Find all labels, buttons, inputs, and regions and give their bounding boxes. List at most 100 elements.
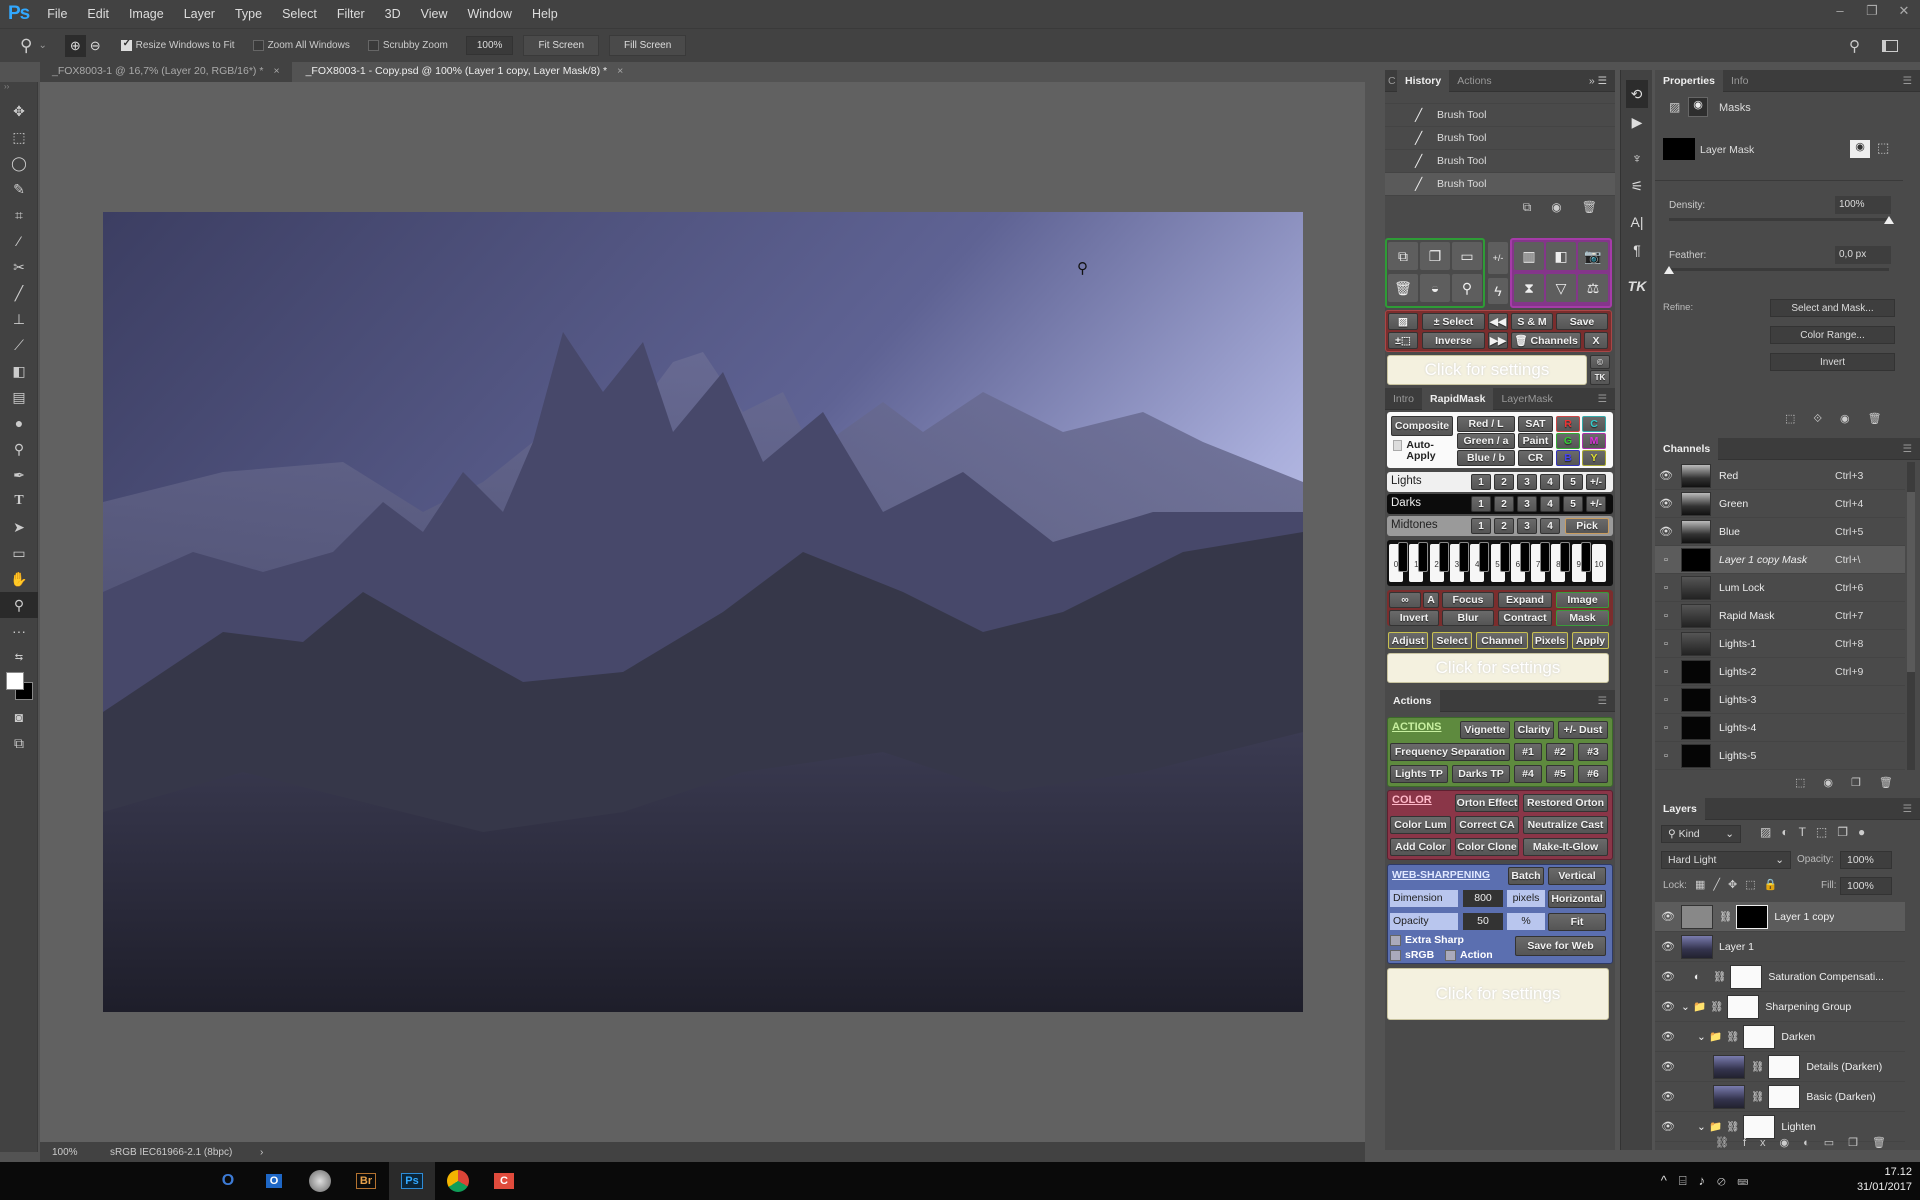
settings-button[interactable]: Click for settings: [1387, 653, 1609, 683]
fit-screen-button[interactable]: Fit Screen: [523, 35, 600, 56]
magenta-channel-button[interactable]: M: [1582, 433, 1606, 449]
horizontal-button[interactable]: Horizontal: [1548, 890, 1606, 908]
fill-field[interactable]: 100%: [1840, 877, 1892, 895]
dimension-field[interactable]: 800: [1463, 890, 1503, 907]
eye-icon[interactable]: 👁: [1655, 970, 1681, 983]
delete-icon[interactable]: 🗑: [1582, 200, 1597, 214]
channel-row[interactable]: ▫ Layer 1 copy Mask Ctrl+\: [1655, 546, 1905, 574]
actions-play-icon[interactable]: ▶: [1621, 108, 1653, 136]
taskbar-clock[interactable]: 17.12 31/01/2017: [1857, 1165, 1912, 1195]
darks-1-button[interactable]: 1: [1471, 496, 1491, 512]
zoom-in-icon[interactable]: ⊕: [64, 34, 86, 57]
menu-help[interactable]: Help: [532, 7, 558, 21]
channels-button[interactable]: 🗑 Channels: [1511, 332, 1581, 349]
expand-chevron-icon[interactable]: ⌄: [1697, 1121, 1709, 1133]
orton-effect-button[interactable]: Orton Effect: [1455, 794, 1519, 812]
visibility-toggle[interactable]: ▫: [1655, 750, 1677, 762]
color-clone-button[interactable]: Color Clone: [1455, 838, 1519, 856]
zone-key-white[interactable]: 10: [1592, 544, 1606, 582]
eye-icon[interactable]: 👁: [1655, 1000, 1681, 1013]
lasso-tool-icon[interactable]: ◯: [0, 150, 38, 176]
tray-icons[interactable]: ^⌸♪⊘⌨: [1661, 1173, 1760, 1189]
tab-info[interactable]: Info: [1723, 70, 1757, 92]
zoom-tool-icon[interactable]: ⚲: [0, 592, 38, 618]
new-document-icon[interactable]: ❐: [1420, 242, 1450, 270]
eye-icon[interactable]: 👁: [1655, 1060, 1681, 1073]
lights-tp-button[interactable]: Lights TP: [1390, 765, 1448, 783]
darks-tp-button[interactable]: Darks TP: [1452, 765, 1510, 783]
rectangle-tool-icon[interactable]: ▭: [0, 540, 38, 566]
vector-mask-icon[interactable]: ◉: [1688, 97, 1708, 117]
history-item-current[interactable]: ╱ Brush Tool: [1385, 173, 1615, 196]
invert-button[interactable]: Invert: [1389, 610, 1439, 626]
zone-key-black[interactable]: [1479, 542, 1490, 572]
swap-colors-icon[interactable]: ⇆: [0, 644, 38, 670]
more-tools-icon[interactable]: ···: [0, 618, 38, 644]
layer-filter-icons[interactable]: ▨◐T⬚❐●: [1760, 825, 1875, 839]
channels-scrollbar[interactable]: [1907, 462, 1915, 770]
balance-scale-icon[interactable]: ⚖: [1578, 274, 1608, 302]
half-black-icon[interactable]: ◧: [1546, 242, 1576, 270]
yellow-channel-button[interactable]: Y: [1582, 450, 1606, 466]
trash-icon[interactable]: 🗑: [1388, 274, 1418, 302]
midtones-4-button[interactable]: 4: [1540, 518, 1560, 534]
hourglass-icon[interactable]: ⧗: [1514, 274, 1544, 302]
image-button[interactable]: Image: [1556, 592, 1609, 608]
layer-row[interactable]: 👁 ⌄ 📁 ⛓ Darken: [1655, 1022, 1905, 1052]
eraser-tool-icon[interactable]: ◧: [0, 358, 38, 384]
taskbar-chrome-icon[interactable]: [435, 1162, 481, 1200]
menu-view[interactable]: View: [421, 7, 448, 21]
menu-image[interactable]: Image: [129, 7, 164, 21]
tab-layers[interactable]: Layers: [1655, 797, 1705, 820]
marquee-tool-icon[interactable]: ⬚: [0, 124, 38, 150]
fit-button[interactable]: Fit: [1548, 913, 1606, 931]
batch-button[interactable]: Batch: [1508, 867, 1544, 885]
expand-chevron-icon[interactable]: ⌄: [1697, 1031, 1709, 1043]
pen-tool-icon[interactable]: ✒: [0, 462, 38, 488]
menu-filter[interactable]: Filter: [337, 7, 365, 21]
feather-slider[interactable]: [1669, 268, 1889, 271]
pixels-button[interactable]: Pixels: [1532, 632, 1568, 649]
restore-button[interactable]: ❐: [1856, 0, 1888, 24]
layer-mask-thumbnail[interactable]: [1768, 1084, 1801, 1109]
cyan-channel-button[interactable]: C: [1582, 416, 1606, 432]
tk-button[interactable]: TK: [1590, 370, 1610, 385]
tk-panel-icon[interactable]: TK: [1621, 272, 1653, 300]
restored-orton-button[interactable]: Restored Orton: [1523, 794, 1608, 812]
pixel-mask-icon[interactable]: ▨: [1669, 100, 1680, 114]
settings-button[interactable]: Click for settings: [1387, 355, 1587, 385]
visibility-toggle[interactable]: ▫: [1655, 554, 1677, 566]
color-lum-button[interactable]: Color Lum: [1390, 816, 1451, 834]
hand-tool-icon[interactable]: ✋: [0, 566, 38, 592]
density-slider[interactable]: [1669, 218, 1889, 221]
brush-settings-icon[interactable]: ⚟: [1621, 172, 1653, 200]
zone-key-black[interactable]: [1398, 542, 1408, 572]
history-item[interactable]: ╱ Brush Tool: [1385, 150, 1615, 173]
zone-key-black[interactable]: [1438, 542, 1449, 572]
green-a-button[interactable]: Green / a: [1457, 433, 1515, 449]
channel-row[interactable]: 👁 Green Ctrl+4: [1655, 490, 1905, 518]
history-item[interactable]: ╱ Brush Tool: [1385, 104, 1615, 127]
a-button[interactable]: A: [1423, 592, 1439, 608]
history-panel-icon[interactable]: ⟲: [1625, 80, 1648, 108]
action-2-button[interactable]: #2: [1546, 743, 1574, 761]
tab-actions[interactable]: Actions: [1449, 70, 1499, 92]
layer-mask-thumbnail[interactable]: [1743, 1114, 1776, 1139]
type-tool-icon[interactable]: T: [0, 488, 38, 514]
inverse-button[interactable]: Inverse: [1422, 332, 1485, 349]
workspace-icon[interactable]: [1882, 39, 1898, 52]
settings-button[interactable]: Click for settings: [1387, 968, 1609, 1020]
channel-row[interactable]: ▫ Rapid Mask Ctrl+7: [1655, 602, 1905, 630]
minimize-button[interactable]: –: [1824, 0, 1856, 24]
channel-row[interactable]: ▫ Lights-4: [1655, 714, 1905, 742]
eyedropper-tool-icon[interactable]: ⁄: [0, 228, 38, 254]
zoom-all-windows-checkbox[interactable]: Zoom All Windows: [252, 40, 350, 51]
zone-key-black[interactable]: [1540, 542, 1551, 572]
apply-button[interactable]: Apply: [1572, 632, 1609, 649]
action-3-button[interactable]: #3: [1578, 743, 1608, 761]
quick-mask-icon[interactable]: ◙: [0, 704, 38, 730]
paragraph-panel-icon[interactable]: ¶: [1621, 236, 1653, 264]
clarity-button[interactable]: Clarity: [1514, 721, 1554, 739]
adjust-button[interactable]: Adjust: [1388, 632, 1428, 649]
select-button[interactable]: Select: [1432, 632, 1472, 649]
